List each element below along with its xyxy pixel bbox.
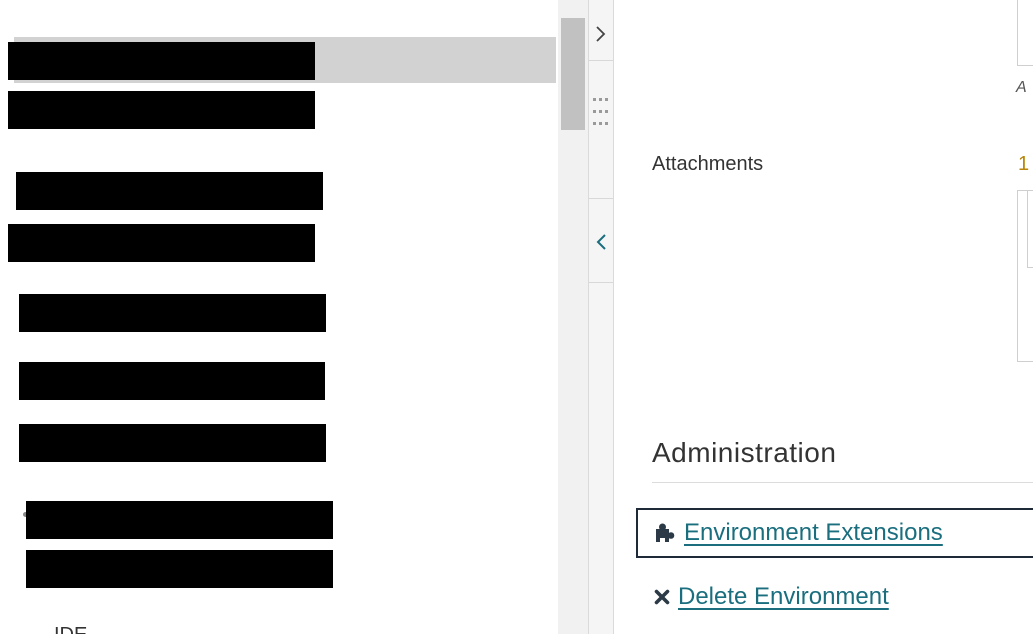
splitter-divider [589,60,613,61]
environment-extensions-link[interactable]: Environment Extensions [636,508,1033,558]
redacted-text[interactable] [16,172,323,210]
drag-handle-icon[interactable] [593,98,611,146]
redacted-text [8,91,315,129]
scrollbar-thumb[interactable] [561,18,585,130]
attachments-table [1017,190,1033,362]
redacted-text [8,42,315,80]
chevron-right-icon [596,26,606,42]
redacted-text[interactable] [26,501,333,539]
splitter-divider [589,282,613,283]
section-divider [652,482,1033,483]
description-field[interactable] [1017,0,1033,66]
attachments-count: 1 [1018,153,1030,175]
close-icon [654,589,670,605]
list-scrollbar[interactable] [558,0,588,634]
environment-extensions-label: Environment Extensions [684,519,943,546]
puzzle-icon [654,522,678,544]
delete-environment-link[interactable]: Delete Environment [654,583,889,611]
redacted-text [19,362,325,400]
expand-pane-button[interactable] [589,22,613,46]
redacted-text [19,424,326,462]
delete-environment-label: Delete Environment [678,583,889,610]
redacted-text [26,550,333,588]
attachments-table-header [1027,191,1033,268]
environment-list: Windows Sec IDE [0,0,558,634]
collapse-pane-button[interactable] [589,230,613,254]
attachments-label: Attachments [652,153,764,175]
chevron-left-icon [596,234,606,250]
redacted-text[interactable] [19,294,326,332]
field-caption: A [1016,79,1027,96]
list-item-partial-label: IDE [54,624,87,634]
splitter-divider [589,198,613,199]
environment-details: A Attachments 1 Administration Environme… [614,0,1033,634]
section-title: Administration [652,437,837,468]
pane-splitter[interactable] [588,0,614,634]
redacted-text [8,224,315,262]
